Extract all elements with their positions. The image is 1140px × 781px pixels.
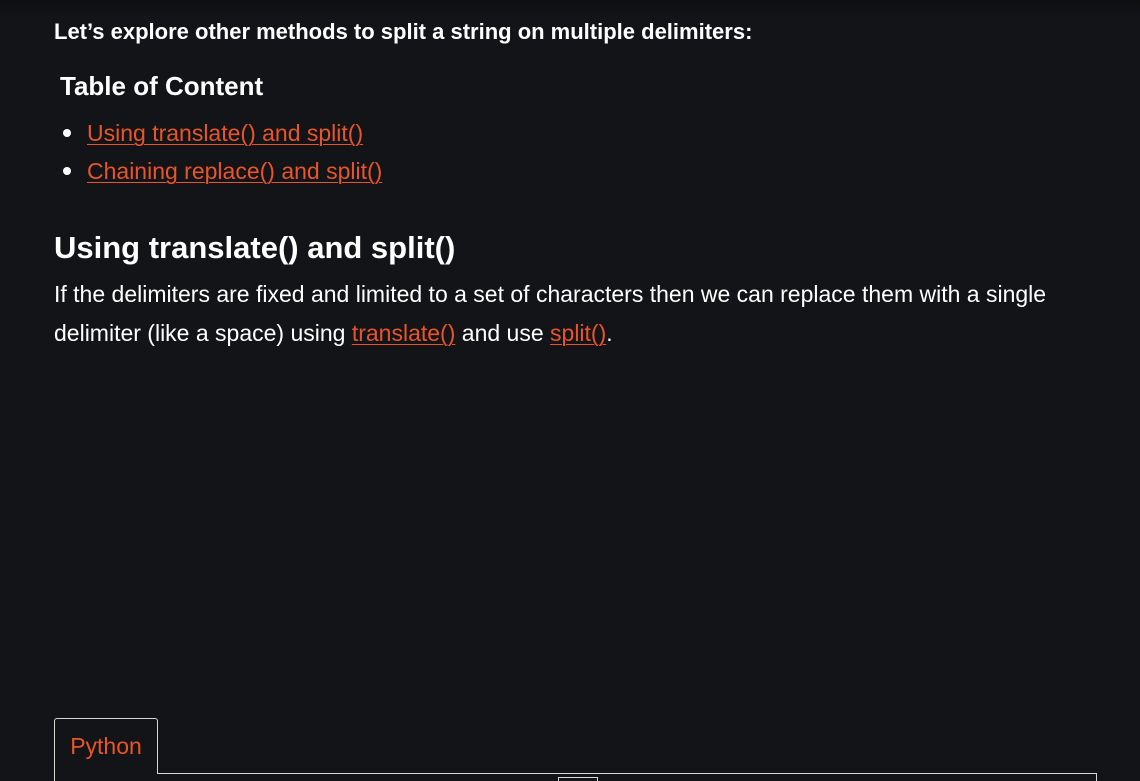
translate-link[interactable]: translate(): [352, 320, 456, 346]
copy-code-button[interactable]: [558, 777, 598, 781]
toc-item: Chaining replace() and split(): [58, 152, 382, 190]
split-link[interactable]: split(): [550, 320, 606, 346]
intro-text: Let’s explore other methods to split a s…: [54, 19, 753, 44]
paragraph-text: .: [606, 320, 613, 346]
bullet-icon: [63, 129, 71, 137]
toc-title: Table of Content: [60, 71, 264, 101]
toc-link-replace-split[interactable]: Chaining replace() and split(): [87, 158, 382, 184]
bullet-icon: [63, 167, 71, 175]
section-paragraph: If the delimiters are fixed and limited …: [54, 275, 1094, 353]
toc-link-translate-split[interactable]: Using translate() and split(): [87, 120, 363, 146]
paragraph-text: and use: [455, 320, 551, 346]
section-heading: Using translate() and split(): [54, 230, 456, 265]
toc-item: Using translate() and split(): [58, 114, 382, 152]
tab-python[interactable]: Python: [54, 718, 158, 774]
toc-list: Using translate() and split() Chaining r…: [58, 114, 382, 190]
article-page: Let’s explore other methods to split a s…: [0, 0, 1140, 781]
